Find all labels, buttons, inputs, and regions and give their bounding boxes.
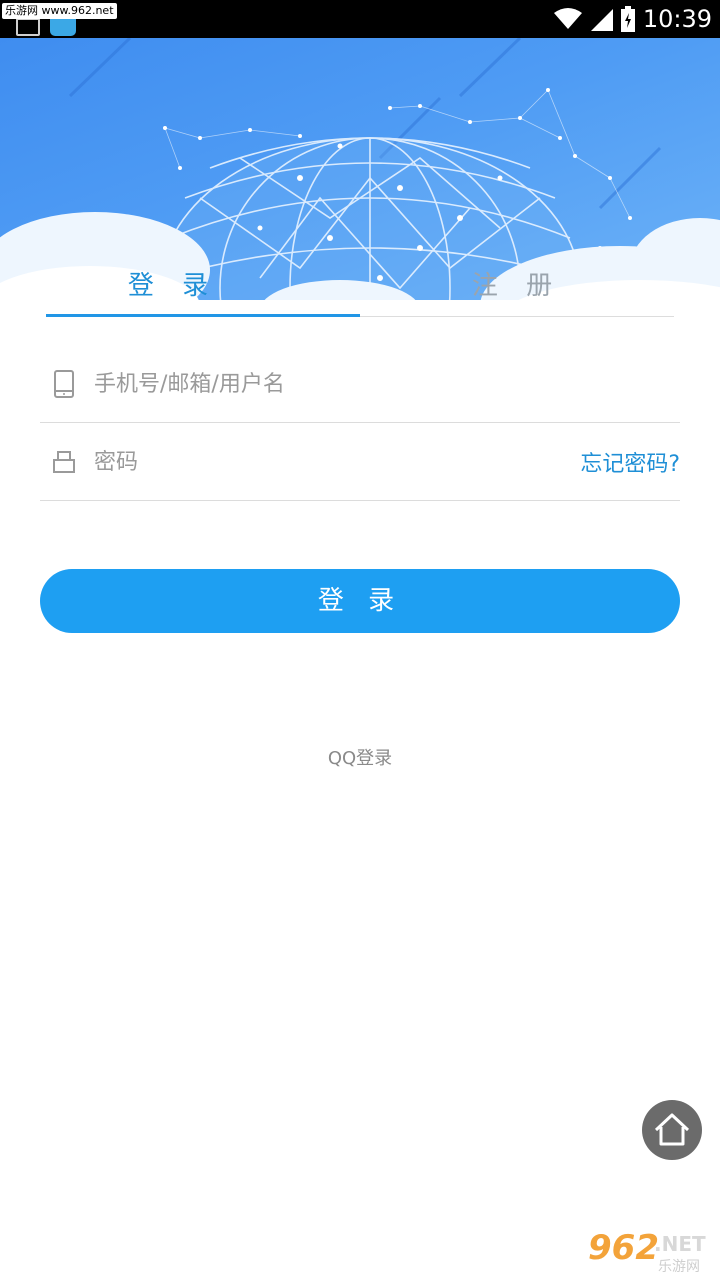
watermark-suffix: .NET	[654, 1232, 706, 1256]
login-button[interactable]: 登 录	[40, 569, 680, 633]
watermark-cn: 乐游网	[658, 1259, 700, 1275]
clock: 10:39	[642, 5, 712, 33]
tab-divider	[360, 316, 674, 317]
floating-home-button[interactable]	[642, 1100, 702, 1160]
password-field-row: 忘记密码?	[40, 422, 680, 501]
status-bar: 乐游网 www.962.net 10:39	[0, 0, 720, 38]
site-watermark-label: 乐游网 www.962.net	[2, 3, 117, 19]
wifi-icon	[553, 8, 582, 29]
watermark-number: 962	[588, 1228, 659, 1268]
lock-icon	[53, 451, 75, 473]
username-field-row	[40, 344, 680, 423]
active-tab-indicator	[46, 314, 360, 317]
username-input[interactable]	[92, 362, 556, 406]
auth-tabs: 登 录 注 册	[46, 262, 674, 318]
image-notification-icon	[16, 18, 40, 36]
home-icon	[654, 1113, 690, 1146]
watermark-logo: 962 .NET 乐游网	[582, 1228, 716, 1276]
phone-icon	[54, 370, 74, 398]
tab-register[interactable]: 注 册	[360, 262, 674, 316]
battery-icon	[620, 6, 635, 32]
signal-icon	[590, 9, 613, 31]
tab-login[interactable]: 登 录	[16, 262, 330, 316]
forgot-password-link[interactable]: 忘记密码?	[580, 446, 680, 478]
qq-login-link[interactable]: QQ登录	[0, 744, 720, 770]
password-input[interactable]	[92, 440, 556, 484]
